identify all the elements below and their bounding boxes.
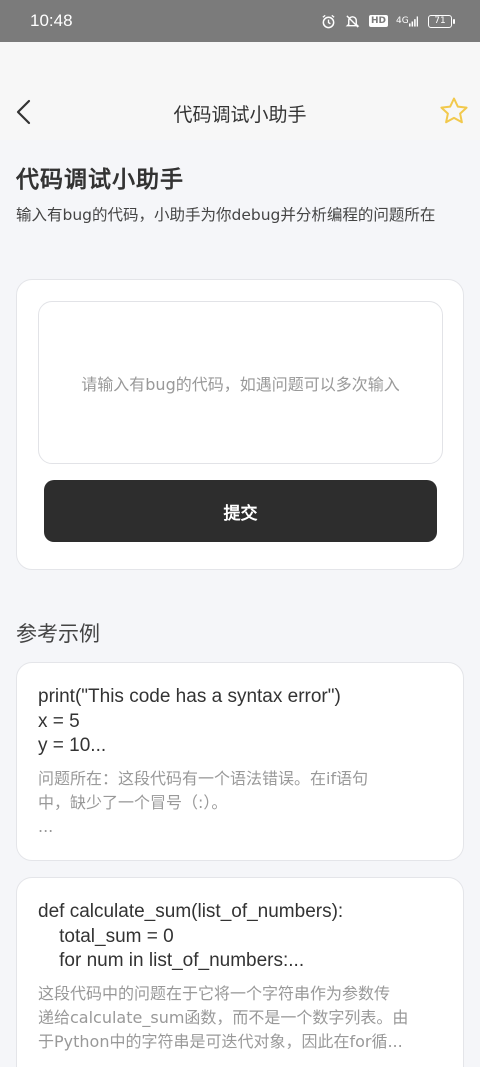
submit-button[interactable]: 提交	[44, 480, 437, 542]
favorite-button[interactable]	[438, 95, 470, 127]
examples-title: 参考示例	[16, 622, 100, 646]
example-card[interactable]: def calculate_sum(list_of_numbers): tota…	[16, 877, 464, 1067]
example-explanation-line: 于Python中的字符串是可迭代对象，因此在for循...	[38, 1031, 403, 1051]
example-explanation-line: 问题所在：这段代码有一个语法错误。在if语句	[38, 768, 369, 788]
hd-icon: HD	[368, 15, 388, 27]
status-icons: HD 4G 71	[321, 13, 455, 29]
example-explanation-line: 这段代码中的问题在于它将一个字符串作为参数传	[38, 983, 391, 1003]
battery-icon: 71	[428, 14, 455, 28]
status-time: 10:48	[30, 11, 73, 30]
example-explanation: 这段代码中的问题在于它将一个字符串作为参数传 递给calculate_sum函数…	[38, 982, 442, 1054]
page-title: 代码调试小助手	[16, 167, 184, 193]
signal-icon: 4G	[396, 13, 418, 29]
example-code: print("This code has a syntax error") x …	[38, 686, 341, 756]
code-input[interactable]: 请输入有bug的代码，如遇问题可以多次输入	[38, 301, 443, 464]
example-card[interactable]: print("This code has a syntax error") x …	[16, 662, 464, 861]
example-code: def calculate_sum(list_of_numbers): tota…	[38, 901, 344, 971]
code-input-placeholder: 请输入有bug的代码，如遇问题可以多次输入	[81, 374, 400, 394]
status-bar: 10:48 HD 4G 71	[0, 0, 480, 42]
star-icon	[440, 97, 468, 124]
nav-title: 代码调试小助手	[173, 104, 307, 126]
input-card: 请输入有bug的代码，如遇问题可以多次输入 提交	[16, 279, 464, 570]
mute-icon	[345, 13, 361, 29]
example-explanation: 问题所在：这段代码有一个语法错误。在if语句 中，缺少了一个冒号（:）。 ...	[38, 767, 442, 839]
page-description: 输入有bug的代码，小助手为你debug并分析编程的问题所在	[16, 206, 436, 224]
example-explanation-line: 中，缺少了一个冒号（:）。	[38, 792, 228, 812]
example-explanation-line: ...	[38, 816, 54, 836]
example-explanation-line: 递给calculate_sum函数，而不是一个数字列表。由	[38, 1007, 409, 1027]
alarm-icon	[321, 13, 337, 29]
nav-bar: 代码调试小助手	[0, 42, 480, 140]
4g-label: 4G	[396, 15, 409, 26]
